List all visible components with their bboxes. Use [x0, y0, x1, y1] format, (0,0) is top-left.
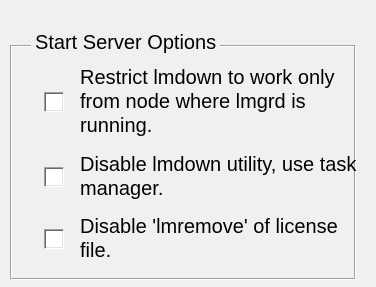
- restrict-lmdown-checkbox[interactable]: [44, 92, 64, 112]
- group-title: Start Server Options: [31, 29, 221, 57]
- disable-lmremove-option[interactable]: Disable 'lmremove' of license file.: [44, 215, 366, 263]
- disable-lmdown-option[interactable]: Disable lmdown utility, use task manager…: [44, 153, 366, 201]
- disable-lmremove-checkbox[interactable]: [44, 229, 64, 249]
- restrict-lmdown-label[interactable]: Restrict lmdown to work only from node w…: [80, 66, 366, 138]
- disable-lmdown-label[interactable]: Disable lmdown utility, use task manager…: [80, 153, 366, 201]
- disable-lmremove-label[interactable]: Disable 'lmremove' of license file.: [80, 215, 366, 263]
- restrict-lmdown-option[interactable]: Restrict lmdown to work only from node w…: [44, 66, 366, 138]
- disable-lmdown-checkbox[interactable]: [44, 167, 64, 187]
